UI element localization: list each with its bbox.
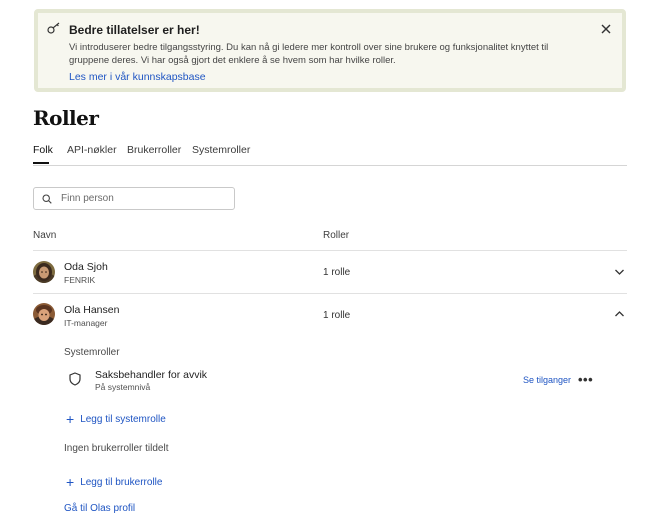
search-box <box>33 187 235 210</box>
person-title: FENRIK <box>64 275 96 285</box>
tab-bar: Folk API-nøkler Brukerroller Systemrolle… <box>33 144 627 166</box>
search-input[interactable] <box>61 190 221 207</box>
profile-link[interactable]: Gå til Olas profil <box>64 503 135 514</box>
close-icon[interactable] <box>600 23 612 35</box>
tab-system-roles[interactable]: Systemroller <box>192 144 250 156</box>
active-tab-indicator <box>33 162 49 164</box>
add-user-role-button[interactable]: + Legg til brukerrolle <box>66 474 162 490</box>
knowledge-base-link[interactable]: Les mer i vår kunnskapsbase <box>69 71 206 83</box>
column-header-roles: Roller <box>323 230 350 241</box>
more-options-icon[interactable]: ••• <box>578 372 593 387</box>
shield-icon <box>69 372 81 386</box>
search-icon <box>42 194 52 204</box>
banner-title: Bedre tillatelser er her! <box>69 23 200 37</box>
key-icon <box>47 22 60 34</box>
banner-text: Vi introduserer bedre tilgangsstyring. D… <box>69 42 549 66</box>
person-name: Ola Hansen <box>64 304 120 316</box>
see-access-link[interactable]: Se tilganger <box>523 375 571 385</box>
no-user-roles-text: Ingen brukerroller tildelt <box>64 443 169 454</box>
tab-folk[interactable]: Folk <box>33 144 53 156</box>
role-count: 1 rolle <box>323 310 351 321</box>
add-system-role-label: Legg til systemrolle <box>80 414 166 425</box>
page-title: Roller <box>33 106 99 130</box>
column-header-name: Navn <box>33 230 57 241</box>
person-title: IT-manager <box>64 318 108 328</box>
add-system-role-button[interactable]: + Legg til systemrolle <box>66 411 166 427</box>
plus-icon: + <box>66 474 75 490</box>
avatar <box>33 261 55 283</box>
chevron-up-icon[interactable] <box>614 310 625 318</box>
chevron-down-icon[interactable] <box>614 268 625 276</box>
system-roles-heading: Systemroller <box>64 347 120 358</box>
tab-user-roles[interactable]: Brukerroller <box>127 144 181 156</box>
role-name: Saksbehandler for avvik <box>95 369 208 381</box>
divider <box>33 250 627 251</box>
announcement-banner: Bedre tillatelser er her! Vi introdusere… <box>34 9 626 92</box>
person-name: Oda Sjoh <box>64 261 108 273</box>
role-count: 1 rolle <box>323 267 351 278</box>
tab-api-keys[interactable]: API-nøkler <box>67 144 117 156</box>
divider <box>33 293 627 294</box>
plus-icon: + <box>66 411 75 427</box>
add-user-role-label: Legg til brukerrolle <box>80 477 163 488</box>
avatar <box>33 303 55 325</box>
role-level: På systemnivå <box>95 382 151 392</box>
